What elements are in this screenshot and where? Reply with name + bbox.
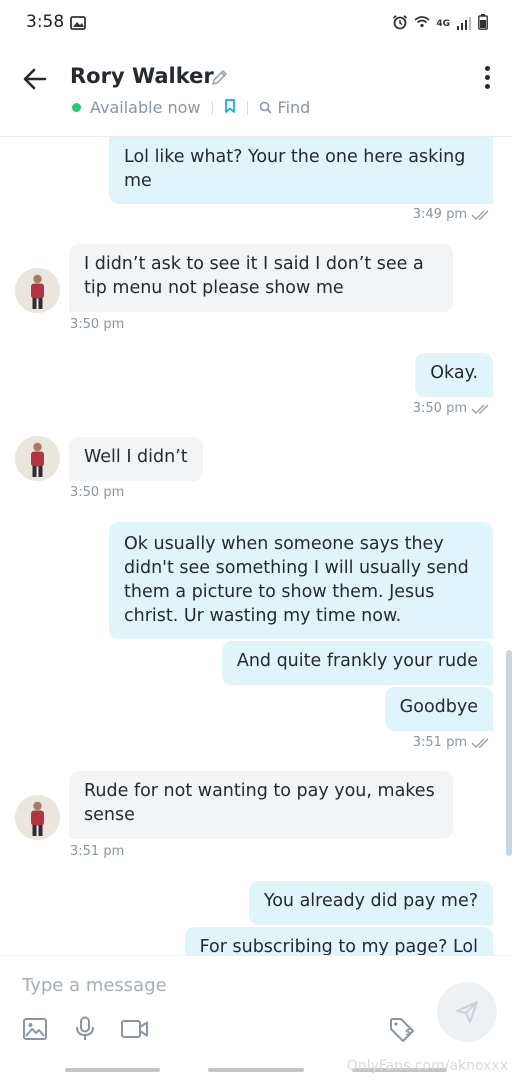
read-receipt-icon: [471, 209, 489, 220]
wifi-icon: [414, 14, 430, 34]
message-list[interactable]: Lol like what? Your the one here asking …: [0, 137, 512, 955]
incoming-message[interactable]: Well I didn’t: [69, 437, 203, 481]
message-meta: 3:51 pm: [413, 735, 493, 750]
chat-header: Rory Walker Available now Find: [0, 48, 512, 137]
message-text: You already did pay me?: [263, 891, 478, 911]
pencil-icon[interactable]: [210, 68, 229, 91]
message-input[interactable]: [20, 974, 404, 997]
bookmark-icon[interactable]: [224, 98, 236, 117]
watermark: OnlyFans.com/aknoxxx: [346, 1058, 508, 1074]
outgoing-message[interactable]: Goodbye: [384, 687, 493, 731]
contact-status-row: Available now Find: [72, 98, 310, 117]
battery-icon: [478, 14, 488, 34]
network-type: 4G: [436, 18, 450, 29]
outgoing-message[interactable]: You already did pay me?: [248, 881, 493, 925]
message-text: Goodbye: [399, 697, 478, 717]
message-composer: $: [0, 955, 512, 1064]
video-icon[interactable]: [120, 1016, 150, 1046]
read-receipt-icon: [471, 403, 489, 414]
contact-name[interactable]: Rory Walker: [70, 64, 214, 88]
message-time: 3:50 pm: [412, 401, 467, 416]
read-receipt-icon: [471, 737, 489, 748]
divider: [246, 100, 248, 115]
price-tag-icon[interactable]: $: [388, 1016, 416, 1048]
message-time: 3:50 pm: [70, 485, 125, 500]
send-icon: [456, 1001, 478, 1023]
incoming-message[interactable]: I didn’t ask to see it I said I don’t se…: [69, 244, 453, 312]
back-button[interactable]: [20, 64, 50, 94]
send-button[interactable]: [437, 982, 497, 1042]
outgoing-message[interactable]: Ok usually when someone says they didn't…: [109, 522, 493, 639]
message-text: Rude for not wanting to pay you, makes s…: [84, 781, 435, 825]
message-text: Okay.: [430, 363, 478, 383]
find-label: Find: [277, 98, 311, 117]
more-options-icon[interactable]: [482, 66, 492, 92]
message-text: I didn’t ask to see it I said I don’t se…: [84, 254, 424, 298]
outgoing-message[interactable]: Okay.: [415, 353, 493, 397]
search-icon: [259, 101, 272, 114]
status-icons: 4G: [392, 14, 488, 34]
status-bar: 3:58 4G: [0, 0, 512, 48]
message-meta: 3:50 pm: [413, 401, 493, 416]
microphone-icon[interactable]: [73, 1016, 97, 1046]
message-time: 3:50 pm: [70, 317, 125, 332]
find-button[interactable]: Find: [259, 98, 311, 117]
online-indicator: [72, 103, 81, 112]
incoming-message[interactable]: Rude for not wanting to pay you, makes s…: [69, 771, 453, 839]
nav-recent-apps[interactable]: [65, 1068, 160, 1072]
avatar[interactable]: [15, 436, 60, 481]
availability-status: Available now: [90, 98, 201, 117]
message-time: 3:49 pm: [412, 207, 467, 222]
divider: [211, 100, 213, 115]
message-text: And quite frankly your rude: [236, 651, 478, 671]
message-text: Lol like what? Your the one here asking …: [124, 147, 466, 191]
alarm-icon: [392, 14, 408, 34]
message-time: 3:51 pm: [412, 735, 467, 750]
nav-home[interactable]: [208, 1068, 304, 1072]
outgoing-message[interactable]: For subscribing to my page? Lol: [184, 927, 493, 955]
svg-text:$: $: [405, 1028, 411, 1038]
message-text: Well I didn’t: [84, 447, 188, 467]
message-text: Ok usually when someone says they didn't…: [124, 534, 469, 626]
message-text: For subscribing to my page? Lol: [199, 937, 478, 955]
signal-icon: [456, 15, 472, 34]
avatar[interactable]: [15, 795, 60, 840]
scrollbar[interactable]: [506, 650, 512, 856]
avatar[interactable]: [15, 268, 60, 313]
status-time: 3:58: [26, 12, 65, 32]
message-meta: 3:49 pm: [413, 207, 493, 222]
arrow-left-icon: [23, 68, 47, 90]
message-time: 3:51 pm: [70, 844, 125, 859]
outgoing-message[interactable]: And quite frankly your rude: [221, 641, 493, 685]
image-icon[interactable]: [22, 1016, 48, 1046]
gallery-notification-icon: [70, 15, 86, 34]
outgoing-message[interactable]: Lol like what? Your the one here asking …: [109, 137, 493, 204]
